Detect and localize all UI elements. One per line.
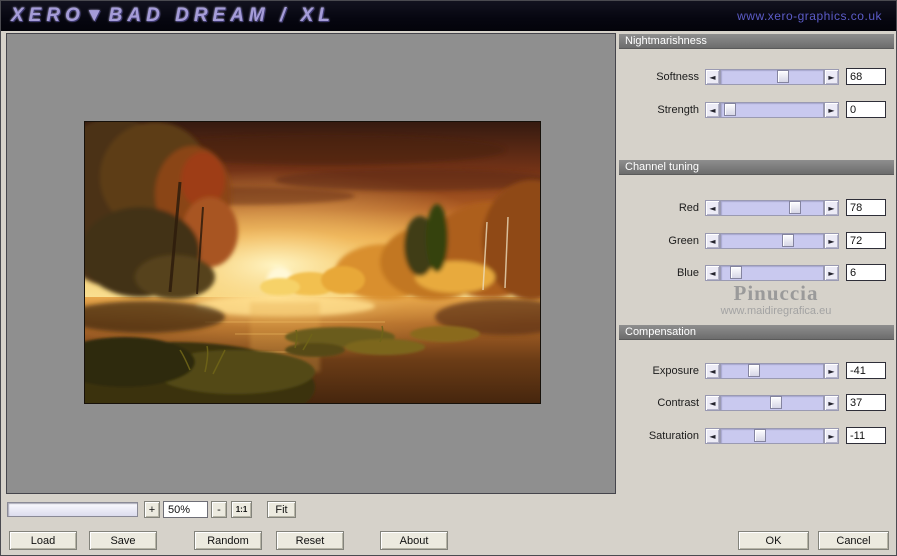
slider-decrement-button[interactable]: ◄ bbox=[705, 428, 720, 444]
random-button[interactable]: Random bbox=[194, 531, 262, 550]
load-button[interactable]: Load bbox=[9, 531, 77, 550]
slider-value-input[interactable] bbox=[846, 427, 886, 444]
slider-decrement-button[interactable]: ◄ bbox=[705, 395, 720, 411]
slider-thumb[interactable] bbox=[769, 396, 782, 409]
plugin-title: XERO▼BAD DREAM / XL bbox=[11, 5, 335, 26]
slider-label: Softness bbox=[656, 71, 699, 83]
titlebar: XERO▼BAD DREAM / XL www.xero-graphics.co… bbox=[1, 1, 896, 31]
progress-bar bbox=[7, 502, 138, 517]
slider-increment-button[interactable]: ► bbox=[824, 233, 839, 249]
ok-button[interactable]: OK bbox=[738, 531, 809, 550]
zoom-in-button[interactable]: + bbox=[144, 501, 160, 518]
zoom-level-field[interactable] bbox=[163, 501, 208, 518]
slider-thumb[interactable] bbox=[782, 234, 795, 247]
slider-thumb[interactable] bbox=[776, 70, 789, 83]
controls-panel: Nightmarishness Softness ◄ ► Strength ◄ … bbox=[619, 33, 894, 494]
slider-decrement-button[interactable]: ◄ bbox=[705, 200, 720, 216]
slider-row-exposure: Exposure ◄ ► bbox=[619, 362, 894, 380]
slider-label: Exposure bbox=[652, 365, 699, 377]
slider-increment-button[interactable]: ► bbox=[824, 395, 839, 411]
slider-row-softness: Softness ◄ ► bbox=[619, 68, 894, 86]
slider-value-input[interactable] bbox=[846, 362, 886, 379]
slider-track[interactable] bbox=[720, 428, 824, 444]
slider-row-blue: Blue ◄ ► bbox=[619, 264, 894, 282]
slider-row-green: Green ◄ ► bbox=[619, 232, 894, 250]
slider-row-strength: Strength ◄ ► bbox=[619, 101, 894, 119]
slider-label: Blue bbox=[676, 267, 699, 279]
about-button[interactable]: About bbox=[380, 531, 448, 550]
slider-track[interactable] bbox=[720, 233, 824, 249]
cancel-button[interactable]: Cancel bbox=[818, 531, 889, 550]
slider-increment-button[interactable]: ► bbox=[824, 265, 839, 281]
slider-value-input[interactable] bbox=[846, 101, 886, 118]
slider-value-input[interactable] bbox=[846, 68, 886, 85]
section-header-compensation: Compensation bbox=[619, 325, 894, 340]
slider-track[interactable] bbox=[720, 102, 824, 118]
slider-decrement-button[interactable]: ◄ bbox=[705, 233, 720, 249]
slider-increment-button[interactable]: ► bbox=[824, 428, 839, 444]
slider-label: Contrast bbox=[657, 397, 699, 409]
slider-label: Red bbox=[678, 202, 699, 214]
slider-thumb[interactable] bbox=[789, 201, 802, 214]
slider-track[interactable] bbox=[720, 363, 824, 379]
slider-label: Strength bbox=[657, 104, 699, 116]
slider-thumb[interactable] bbox=[723, 103, 736, 116]
slider-decrement-button[interactable]: ◄ bbox=[705, 265, 720, 281]
slider-decrement-button[interactable]: ◄ bbox=[705, 363, 720, 379]
zoom-out-button[interactable]: - bbox=[211, 501, 227, 518]
slider-increment-button[interactable]: ► bbox=[824, 69, 839, 85]
slider-track[interactable] bbox=[720, 395, 824, 411]
slider-row-saturation: Saturation ◄ ► bbox=[619, 427, 894, 445]
slider-thumb[interactable] bbox=[730, 266, 742, 279]
slider-label: Green bbox=[668, 235, 699, 247]
slider-row-red: Red ◄ ► bbox=[619, 199, 894, 217]
watermark-url: www.maidiregrafica.eu bbox=[720, 305, 832, 317]
section-header-channel-tuning: Channel tuning bbox=[619, 160, 894, 175]
slider-increment-button[interactable]: ► bbox=[824, 102, 839, 118]
slider-decrement-button[interactable]: ◄ bbox=[705, 102, 720, 118]
slider-label: Saturation bbox=[648, 430, 699, 442]
slider-decrement-button[interactable]: ◄ bbox=[705, 69, 720, 85]
save-button[interactable]: Save bbox=[89, 531, 157, 550]
website-link[interactable]: www.xero-graphics.co.uk bbox=[737, 9, 882, 23]
section-header-nightmarishness: Nightmarishness bbox=[619, 34, 894, 49]
fit-button[interactable]: Fit bbox=[267, 501, 296, 518]
watermark-author: Pinuccia bbox=[733, 281, 819, 305]
slider-thumb[interactable] bbox=[748, 364, 760, 377]
slider-thumb[interactable] bbox=[754, 429, 767, 442]
slider-track[interactable] bbox=[720, 200, 824, 216]
slider-track[interactable] bbox=[720, 265, 824, 281]
slider-value-input[interactable] bbox=[846, 232, 886, 249]
reset-button[interactable]: Reset bbox=[276, 531, 344, 550]
preview-area bbox=[6, 33, 616, 494]
slider-row-contrast: Contrast ◄ ► bbox=[619, 394, 894, 412]
slider-value-input[interactable] bbox=[846, 264, 886, 281]
slider-increment-button[interactable]: ► bbox=[824, 363, 839, 379]
plugin-window: XERO▼BAD DREAM / XL www.xero-graphics.co… bbox=[0, 0, 897, 556]
slider-increment-button[interactable]: ► bbox=[824, 200, 839, 216]
actual-size-button[interactable]: 1:1 bbox=[231, 501, 252, 518]
slider-value-input[interactable] bbox=[846, 199, 886, 216]
image-preview[interactable] bbox=[84, 121, 541, 404]
slider-value-input[interactable] bbox=[846, 394, 886, 411]
landscape-painting bbox=[85, 122, 540, 403]
slider-track[interactable] bbox=[720, 69, 824, 85]
